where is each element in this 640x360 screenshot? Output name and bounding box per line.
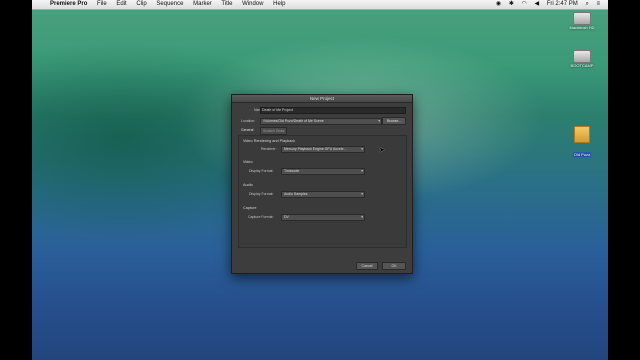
menu-edit[interactable]: Edit	[116, 1, 126, 7]
tab-scratch-disks[interactable]: Scratch Disks	[260, 127, 288, 135]
menu-title[interactable]: Title	[221, 1, 232, 7]
menu-app-name[interactable]: Premiere Pro	[50, 1, 87, 7]
renderer-select[interactable]: Mercury Playback Engine GPU Accele... ▾	[281, 146, 365, 153]
drive-icon	[574, 126, 590, 143]
chevron-down-icon: ▾	[361, 215, 363, 219]
browse-button[interactable]: Browse...	[382, 117, 406, 125]
menu-items: Premiere Pro File Edit Clip Sequence Mar…	[50, 0, 294, 9]
menu-file[interactable]: File	[97, 1, 107, 7]
volume-icon[interactable]: ◀	[534, 1, 539, 7]
video-display-format-label: Display Format:	[249, 169, 274, 173]
renderer-label: Renderer:	[261, 147, 277, 151]
capture-format-label: Capture Format:	[248, 215, 274, 219]
video-display-format-value: Timecode	[284, 169, 300, 173]
audio-display-format-select[interactable]: Audio Samples ▾	[281, 191, 365, 198]
location-label: Location:	[241, 119, 256, 123]
chevron-down-icon: ▾	[361, 169, 363, 173]
desktop-icon-label: Old Puzo	[572, 152, 592, 157]
desktop-icon-label: BOOTCAMP	[570, 63, 594, 68]
search-icon[interactable]: ⌕	[585, 1, 588, 7]
video-heading: Video	[243, 160, 253, 164]
status-area: ◉ ✱ ◠ ◀ Fri 2:47 PM ⌕ ≡	[490, 0, 600, 9]
audio-display-format-label: Display Format:	[249, 192, 274, 196]
clock[interactable]: Fri 2:47 PM	[547, 1, 578, 7]
project-name-input[interactable]: Death of Me Project	[260, 107, 406, 114]
new-project-dialog: New Project Name: Death of Me Project Lo…	[231, 94, 413, 274]
capture-heading: Capture	[243, 206, 257, 210]
hard-drive-icon	[573, 50, 591, 63]
desktop-icon-bootcamp[interactable]: BOOTCAMP	[562, 50, 602, 68]
video-rendering-heading: Video Rendering and Playback	[243, 139, 296, 143]
chevron-down-icon: ▾	[361, 147, 363, 151]
capture-format-select[interactable]: DV ▾	[281, 214, 365, 221]
desktop-icon-label: Macintosh HD	[569, 25, 595, 30]
video-display-format-select[interactable]: Timecode ▾	[281, 168, 365, 175]
menu-sequence[interactable]: Sequence	[156, 1, 183, 7]
audio-heading: Audio	[243, 183, 253, 187]
desktop-icon-macintosh-hd[interactable]: Macintosh HD	[562, 12, 602, 30]
cancel-button[interactable]: Cancel	[356, 262, 378, 270]
menu-bar: Premiere Pro File Edit Clip Sequence Mar…	[32, 0, 608, 10]
menu-clip[interactable]: Clip	[136, 1, 146, 7]
tab-general[interactable]: General	[239, 127, 255, 133]
desktop: Premiere Pro File Edit Clip Sequence Mar…	[32, 0, 608, 360]
mouse-pointer-icon: ➤	[379, 147, 385, 154]
chevron-down-icon: ▾	[378, 119, 380, 123]
hard-drive-icon	[573, 12, 591, 25]
creative-cloud-icon[interactable]: ◉	[496, 1, 501, 7]
location-select[interactable]: /Volumes/Old Puzo/Death of Me Scene ▾	[260, 118, 382, 125]
location-value: /Volumes/Old Puzo/Death of Me Scene	[263, 119, 324, 123]
wifi-icon[interactable]: ◠	[522, 1, 527, 7]
capture-format-value: DV	[284, 215, 289, 219]
ok-button[interactable]: OK	[382, 262, 406, 270]
bluetooth-icon[interactable]: ✱	[509, 1, 514, 7]
menu-window[interactable]: Window	[242, 1, 263, 7]
dialog-title: New Project	[232, 95, 412, 103]
menu-marker[interactable]: Marker	[193, 1, 212, 7]
menu-help[interactable]: Help	[273, 1, 285, 7]
desktop-icon-old-puzo[interactable]: Old Puzo	[562, 126, 602, 161]
renderer-value: Mercury Playback Engine GPU Accele...	[284, 147, 347, 151]
chevron-down-icon: ▾	[361, 192, 363, 196]
list-icon[interactable]: ≡	[596, 1, 600, 7]
audio-display-format-value: Audio Samples	[284, 192, 308, 196]
